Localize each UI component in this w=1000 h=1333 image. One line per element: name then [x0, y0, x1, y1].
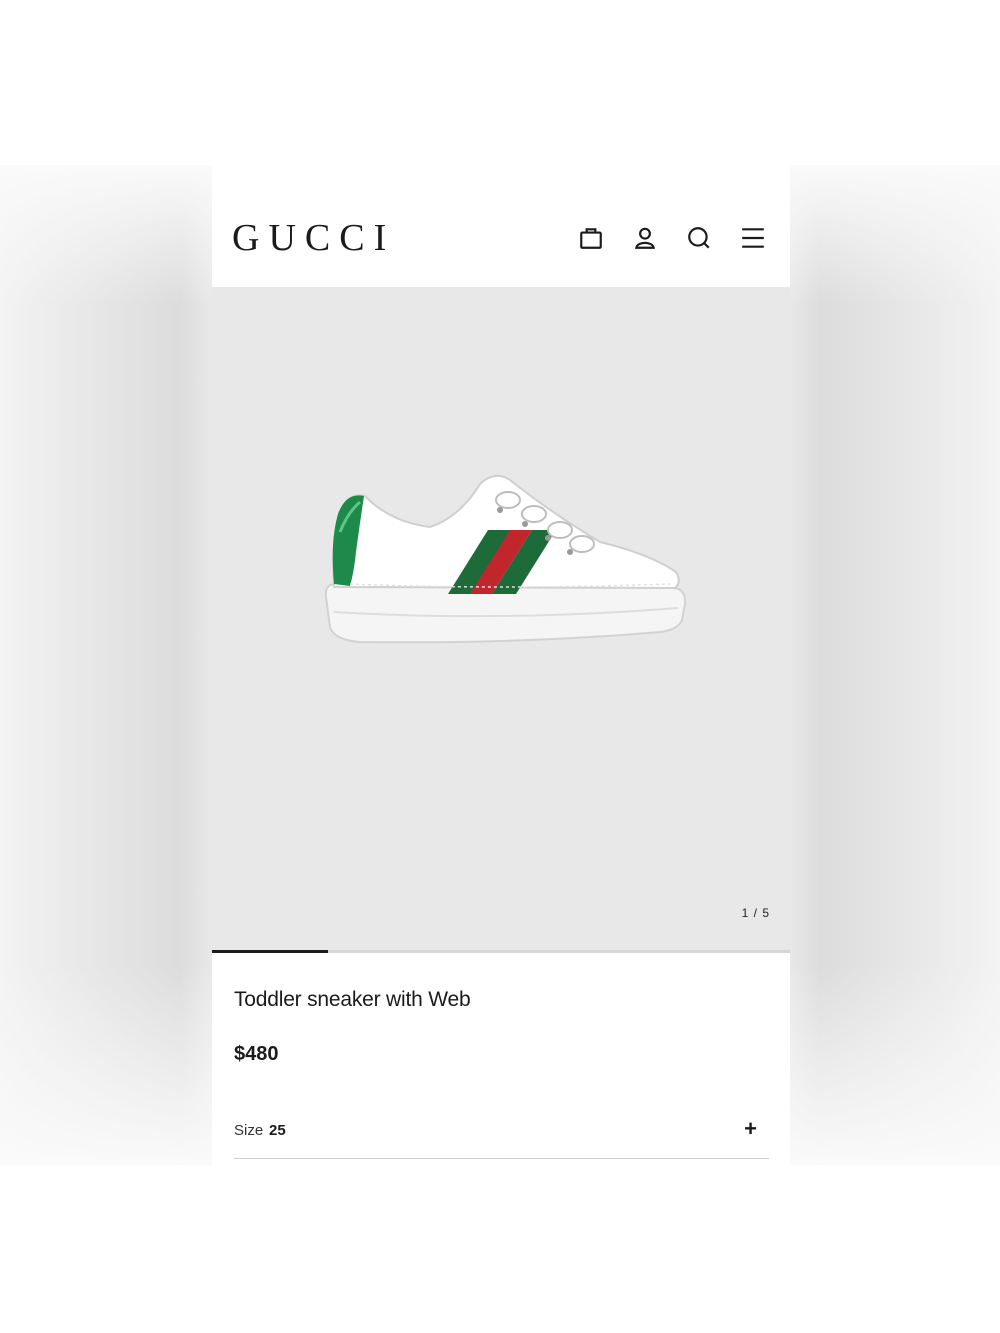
gallery-progress-bar: [212, 950, 790, 953]
menu-icon[interactable]: [738, 223, 768, 253]
site-header: GUCCI: [212, 165, 790, 287]
size-value: 25: [269, 1122, 286, 1139]
mobile-page: GUCCI 1 / 5 Toddler sneaker with Web $48…: [212, 165, 790, 1165]
product-title: Toddler sneaker with Web: [234, 988, 471, 1011]
size-label: Size: [234, 1122, 264, 1139]
product-image-gallery[interactable]: 1 / 5: [212, 287, 790, 951]
account-icon[interactable]: [630, 223, 660, 253]
expand-plus-icon[interactable]: +: [744, 1116, 757, 1142]
product-image: [324, 474, 687, 644]
product-price: $480: [234, 1043, 279, 1065]
search-icon[interactable]: [684, 223, 714, 253]
gallery-counter: 1 / 5: [741, 906, 770, 920]
brand-logo[interactable]: GUCCI: [232, 215, 395, 261]
shopping-bag-icon[interactable]: [576, 223, 606, 253]
size-selector[interactable]: Size 25 +: [234, 1114, 769, 1159]
gallery-progress-fill: [212, 950, 328, 953]
